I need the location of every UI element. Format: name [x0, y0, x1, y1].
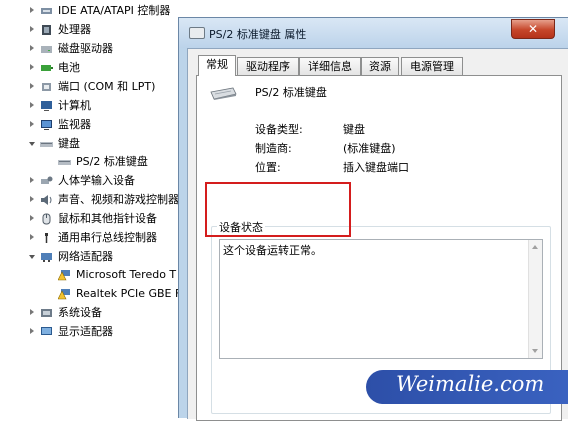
tree-item-label: 人体学输入设备	[58, 174, 135, 187]
expand-arrow-icon[interactable]	[30, 309, 34, 315]
expand-arrow-icon[interactable]	[30, 215, 34, 221]
expand-arrow-icon[interactable]	[30, 83, 34, 89]
scroll-down-icon[interactable]	[532, 349, 538, 353]
hid-icon	[41, 176, 53, 184]
dialog-title: PS/2 标准键盘 属性	[209, 28, 307, 41]
keyboard-icon	[210, 87, 237, 100]
expand-arrow-icon[interactable]	[30, 26, 34, 32]
port-icon	[42, 83, 51, 91]
expand-arrow-icon[interactable]	[30, 234, 34, 240]
keyboard-icon	[58, 160, 71, 165]
tree-item-label: IDE ATA/ATAPI 控制器	[58, 4, 171, 17]
ide-controller-icon	[41, 8, 52, 14]
manufacturer-value: (标准键盘)	[343, 142, 396, 155]
sound-icon	[41, 195, 52, 205]
close-button[interactable]: ✕	[511, 19, 555, 39]
warning-network-icon	[58, 270, 70, 281]
tree-item-label: 系统设备	[58, 306, 102, 319]
device-status-textarea[interactable]: 这个设备运转正常。	[219, 239, 543, 359]
expand-arrow-icon[interactable]	[30, 64, 34, 70]
tree-item-label: 通用串行总线控制器	[58, 231, 157, 244]
expand-arrow-icon[interactable]	[30, 328, 34, 334]
watermark-text: Weimalie.com	[396, 372, 545, 396]
tree-item-label: PS/2 标准键盘	[76, 155, 148, 168]
tree-item-label: 磁盘驱动器	[58, 42, 113, 55]
location-value: 插入键盘端口	[343, 161, 409, 174]
expand-arrow-icon[interactable]	[30, 102, 34, 108]
expand-arrow-icon[interactable]	[30, 121, 34, 127]
keyboard-icon	[40, 142, 53, 147]
expand-arrow-icon[interactable]	[30, 7, 34, 13]
collapse-arrow-icon[interactable]	[29, 142, 35, 146]
manufacturer-label: 制造商:	[255, 142, 292, 155]
monitor-icon	[41, 120, 52, 130]
tree-item-label: 计算机	[58, 99, 91, 112]
tab-label: 详细信息	[308, 60, 352, 73]
device-tree: IDE ATA/ATAPI 控制器 处理器 磁盘驱动器 电池 端口 (COM 和…	[0, 0, 200, 417]
tree-item-label: 端口 (COM 和 LPT)	[58, 80, 156, 93]
highlight-box	[205, 182, 351, 237]
battery-icon	[41, 65, 53, 71]
location-label: 位置:	[255, 161, 281, 174]
expand-arrow-icon[interactable]	[30, 196, 34, 202]
device-type-value: 键盘	[343, 123, 365, 136]
warning-network-icon	[58, 289, 70, 300]
disk-drive-icon	[41, 46, 52, 53]
tab-details[interactable]: 详细信息	[299, 57, 361, 75]
tree-item-label: 显示适配器	[58, 325, 113, 338]
tab-label: 常规	[206, 58, 228, 71]
expand-arrow-icon[interactable]	[30, 177, 34, 183]
processor-icon	[42, 25, 51, 35]
tab-label: 资源	[369, 60, 391, 73]
usb-icon	[45, 233, 48, 243]
device-status-text: 这个设备运转正常。	[223, 244, 322, 257]
expand-arrow-icon[interactable]	[30, 45, 34, 51]
device-type-label: 设备类型:	[255, 123, 303, 136]
tab-general[interactable]: 常规	[198, 55, 236, 76]
tree-item-label: 处理器	[58, 23, 91, 36]
tree-item-label: Realtek PCIe GBE F	[76, 287, 182, 300]
tree-item-label: 网络适配器	[58, 250, 113, 263]
tree-item-label: Microsoft Teredo T	[76, 268, 177, 281]
tree-item-label: 电池	[58, 61, 80, 74]
network-adapter-icon	[41, 253, 52, 262]
tree-item-label: 监视器	[58, 118, 91, 131]
computer-icon	[41, 101, 52, 111]
tab-resources[interactable]: 资源	[361, 57, 399, 75]
display-adapter-icon	[41, 327, 52, 335]
keyboard-icon	[189, 27, 205, 39]
tree-item-label: 鼠标和其他指针设备	[58, 212, 157, 225]
tree-item-label: 声音、视频和游戏控制器	[58, 193, 179, 206]
watermark-badge: Weimalie.com	[366, 370, 568, 404]
collapse-arrow-icon[interactable]	[29, 255, 35, 259]
tree-item-label: 键盘	[58, 137, 80, 150]
tab-label: 驱动程序	[246, 60, 290, 73]
status-scrollbar[interactable]	[528, 240, 542, 358]
mouse-icon	[42, 213, 51, 225]
tab-power-management[interactable]: 电源管理	[401, 57, 463, 75]
device-name: PS/2 标准键盘	[255, 86, 327, 99]
dialog-titlebar[interactable]: PS/2 标准键盘 属性 ✕	[179, 18, 568, 48]
tab-driver[interactable]: 驱动程序	[237, 57, 299, 75]
system-device-icon	[41, 309, 52, 317]
tab-label: 电源管理	[410, 60, 454, 73]
scroll-up-icon[interactable]	[532, 245, 538, 249]
